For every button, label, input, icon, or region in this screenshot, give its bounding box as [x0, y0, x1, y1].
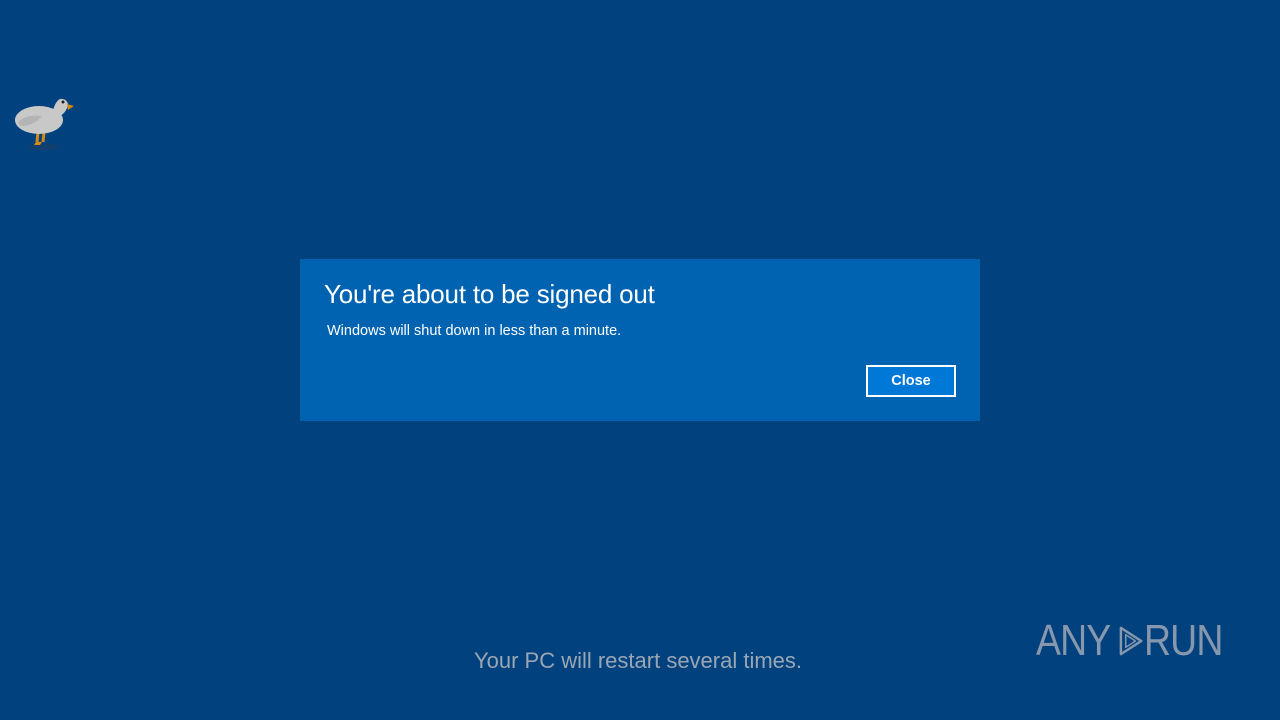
anyrun-watermark: ANY RUN	[1036, 606, 1236, 676]
watermark-text-left: ANY	[1036, 616, 1111, 665]
close-button[interactable]: Close	[866, 365, 956, 397]
lock-screen-background: You're about to be signed out Windows wi…	[0, 0, 1280, 720]
dialog-title: You're about to be signed out	[324, 279, 655, 309]
sign-out-dialog: You're about to be signed out Windows wi…	[300, 259, 980, 421]
watermark-text-right: RUN	[1143, 616, 1223, 665]
goose-icon[interactable]	[12, 92, 76, 150]
dialog-message: Windows will shut down in less than a mi…	[327, 323, 622, 339]
play-icon	[1120, 626, 1143, 656]
